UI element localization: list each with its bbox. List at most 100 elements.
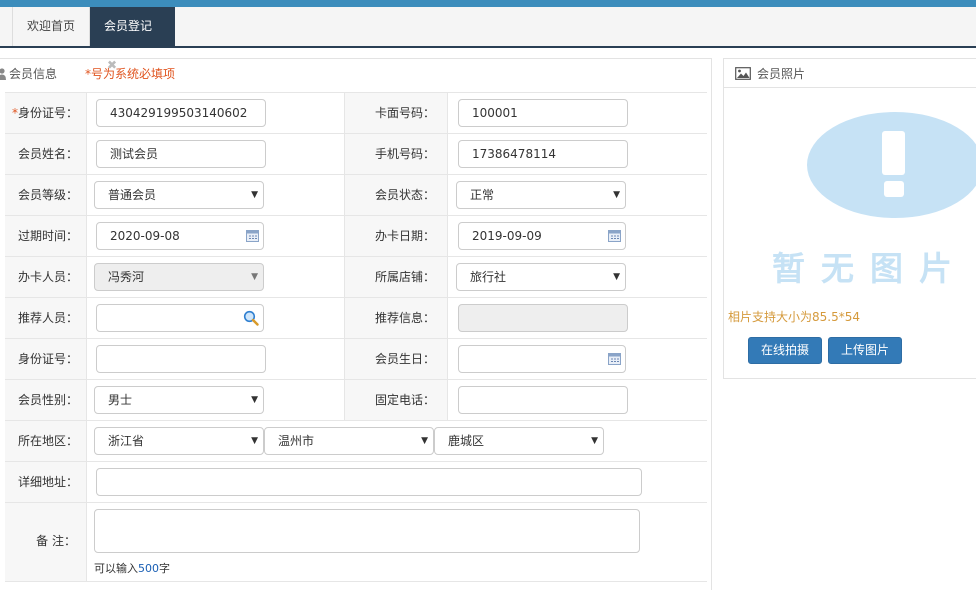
top-accent-bar [0, 0, 976, 7]
region-label: 所在地区： [5, 421, 87, 461]
member-photo-header: 会员照片 [724, 59, 976, 88]
form-row: 办卡人员： 冯秀河 ▼ 所属店铺： 旅行社 ▼ [5, 257, 707, 298]
card-date-label: 办卡日期： [344, 216, 448, 256]
birthday-label: 会员生日： [344, 339, 448, 379]
form-row: *身份证号： 430429199503140602 卡面号码： 100001 [5, 93, 707, 134]
tab-member-register[interactable]: 会员登记✖ [90, 7, 175, 72]
status-label: 会员状态： [344, 175, 448, 215]
id-no2-label: 身份证号： [5, 339, 87, 379]
level-label: 会员等级： [5, 175, 87, 215]
status-select[interactable]: 正常 ▼ [456, 181, 626, 209]
gender-select-value: 男士 [108, 393, 133, 407]
form-row: 会员姓名： 测试会员 手机号码： 17386478114 [5, 134, 707, 175]
card-date-input[interactable]: 2019-09-09 [458, 222, 626, 250]
chevron-down-icon: ▼ [251, 436, 258, 446]
chevron-down-icon: ▼ [613, 272, 620, 282]
chevron-down-icon: ▼ [613, 190, 620, 200]
district-select[interactable]: 鹿城区 ▼ [434, 427, 604, 455]
tab-home[interactable]: 欢迎首页 [12, 7, 90, 46]
char-limit-prefix: 可以输入 [94, 562, 138, 575]
form-row: 详细地址： [5, 462, 707, 503]
member-form: *身份证号： 430429199503140602 卡面号码： 100001 会… [5, 92, 707, 582]
chevron-down-icon: ▼ [251, 190, 258, 200]
photo-size-hint: 相片支持大小为85.5*54 [728, 310, 860, 324]
calendar-icon[interactable] [608, 230, 621, 242]
level-select[interactable]: 普通会员 ▼ [94, 181, 264, 209]
member-info-title: 会员信息 [9, 67, 58, 81]
store-label: 所属店铺： [344, 257, 448, 297]
char-limit-suffix: 字 [159, 562, 170, 575]
member-info-header: 会员信息 *号为系统必填项 [0, 59, 712, 91]
required-note: *号为系统必填项 [85, 67, 176, 81]
gender-select[interactable]: 男士 ▼ [94, 386, 264, 414]
city-select-value: 温州市 [278, 434, 315, 448]
tab-bar: 欢迎首页 会员登记✖ [0, 7, 976, 72]
staff-select: 冯秀河 ▼ [94, 263, 264, 291]
chevron-down-icon: ▼ [591, 436, 598, 446]
char-limit-hint: 可以输入500字 [94, 560, 170, 576]
store-select-value: 旅行社 [470, 270, 507, 284]
phone-label: 手机号码： [344, 134, 448, 174]
gender-label: 会员性别： [5, 380, 87, 420]
image-icon [735, 67, 751, 80]
expire-date-input[interactable]: 2020-09-08 [96, 222, 264, 250]
birthday-input[interactable] [458, 345, 626, 373]
form-row: 过期时间： 2020-09-08 办卡日期： 2019-09-09 [5, 216, 707, 257]
referrer-info-label: 推荐信息： [344, 298, 448, 338]
form-row: 推荐人员： 推荐信息： [5, 298, 707, 339]
id-no2-input[interactable] [96, 345, 266, 373]
referrer-label: 推荐人员： [5, 298, 87, 338]
card-no-label: 卡面号码： [344, 93, 448, 133]
id-no-input[interactable]: 430429199503140602 [96, 99, 266, 127]
calendar-icon[interactable] [608, 353, 621, 365]
remark-label: 备 注： [5, 503, 87, 581]
member-info-panel: 会员信息 *号为系统必填项 *身份证号： 430429199503140602 … [0, 58, 712, 590]
referrer-input[interactable] [96, 304, 264, 332]
no-image-graphic: 暂无图片 [772, 112, 976, 288]
id-no-label: *身份证号： [5, 93, 87, 133]
staff-label: 办卡人员： [5, 257, 87, 297]
staff-select-value: 冯秀河 [108, 270, 145, 284]
tab-home-label: 欢迎首页 [27, 19, 76, 33]
card-no-input[interactable]: 100001 [458, 99, 628, 127]
address-label: 详细地址： [5, 462, 87, 502]
member-photo-title: 会员照片 [757, 67, 806, 81]
no-image-placeholder: 暂无图片 [768, 105, 976, 305]
chevron-down-icon: ▼ [421, 436, 428, 446]
remark-textarea[interactable] [94, 509, 640, 553]
expire-date-value: 2020-09-08 [110, 229, 180, 243]
form-row: 会员等级： 普通会员 ▼ 会员状态： 正常 ▼ [5, 175, 707, 216]
status-select-value: 正常 [470, 188, 495, 202]
card-date-value: 2019-09-09 [472, 229, 542, 243]
upload-image-button[interactable]: 上传图片 [828, 337, 903, 364]
char-limit-count: 500 [138, 562, 159, 575]
city-select[interactable]: 温州市 ▼ [264, 427, 434, 455]
province-select-value: 浙江省 [108, 434, 145, 448]
address-input[interactable] [96, 468, 642, 496]
form-row: 备 注： 可以输入500字 [5, 503, 707, 582]
member-photo-panel: 会员照片 暂无图片 相片支持大小为85.5*54 在线拍摄 上传图片 [723, 58, 976, 379]
form-row: 身份证号： 会员生日： [5, 339, 707, 380]
referrer-info-input [458, 304, 628, 332]
id-no-label-text: 身份证号： [17, 106, 78, 120]
chevron-down-icon: ▼ [251, 395, 258, 405]
tab-member-register-label: 会员登记 [104, 19, 153, 33]
no-image-text: 暂无图片 [772, 249, 968, 288]
name-input[interactable]: 测试会员 [96, 140, 266, 168]
form-row: 会员性别： 男士 ▼ 固定电话： [5, 380, 707, 421]
capture-online-button[interactable]: 在线拍摄 [748, 337, 823, 364]
province-select[interactable]: 浙江省 ▼ [94, 427, 264, 455]
chevron-down-icon: ▼ [251, 272, 258, 282]
search-icon[interactable] [243, 310, 259, 326]
store-select[interactable]: 旅行社 ▼ [456, 263, 626, 291]
name-label: 会员姓名： [5, 134, 87, 174]
user-icon [0, 68, 6, 80]
calendar-icon[interactable] [246, 230, 259, 242]
level-select-value: 普通会员 [108, 188, 157, 202]
landline-input[interactable] [458, 386, 628, 414]
phone-input[interactable]: 17386478114 [458, 140, 628, 168]
landline-label: 固定电话： [344, 380, 448, 420]
form-row: 所在地区： 浙江省 ▼ 温州市 ▼ 鹿城区 ▼ [5, 421, 707, 462]
district-select-value: 鹿城区 [448, 434, 485, 448]
expire-label: 过期时间： [5, 216, 87, 256]
